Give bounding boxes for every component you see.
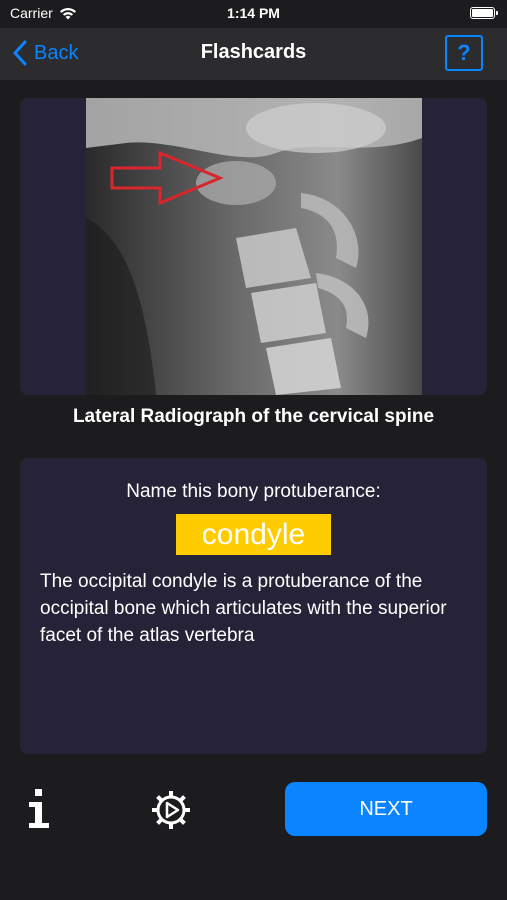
flashcards-screen: Carrier 1:14 PM Back Flashcards ? Latera… [0,0,507,900]
status-bar: Carrier 1:14 PM [0,0,507,28]
image-card [20,98,487,395]
question-card: Name this bony protuberance: condyle The… [20,458,487,754]
image-caption: Lateral Radiograph of the cervical spine [72,406,435,427]
battery-level [472,9,493,17]
radiograph-image [86,98,422,395]
page-title: Flashcards [200,41,307,63]
next-button[interactable]: NEXT [285,782,487,836]
status-time: 1:14 PM [227,5,280,21]
question-prompt: Name this bony protuberance: [126,481,381,502]
battery-cap [496,11,498,15]
answer-explanation: The occipital condyle is a protuberance … [40,571,447,646]
battery-icon [470,7,498,19]
info-icon[interactable] [24,785,54,833]
help-button[interactable]: ? [445,35,483,71]
gear-icon[interactable] [150,789,192,831]
answer-highlight: condyle [176,514,331,555]
navigation-bar: Back Flashcards ? [0,28,507,80]
